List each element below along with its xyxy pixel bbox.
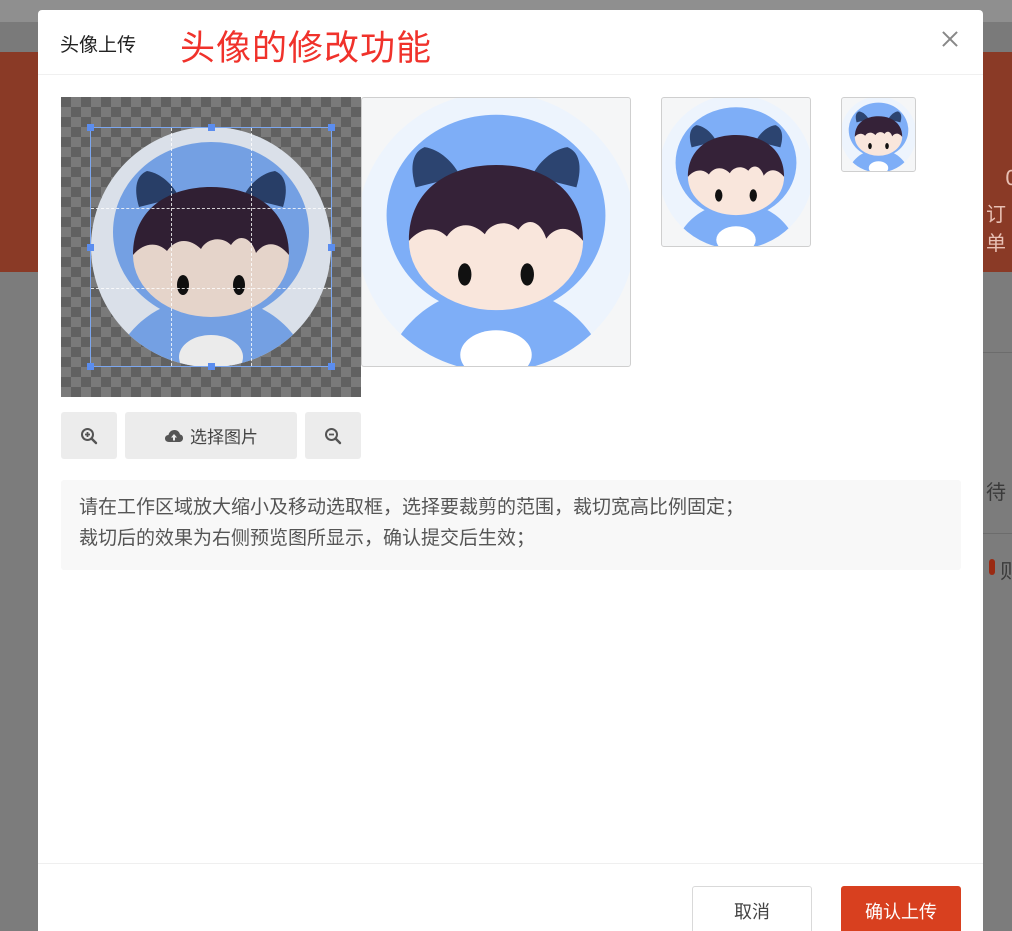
zoom-in-icon [81, 427, 98, 444]
background-text: 0 [1005, 166, 1012, 190]
preview-small [841, 97, 916, 172]
avatar-upload-dialog: 头像上传 头像的修改功能 选择图片 请在工作区域放大缩小及移动选取框，选择要裁剪… [38, 10, 983, 931]
annotation-text: 头像的修改功能 [180, 29, 433, 69]
crop-handle-n[interactable] [208, 124, 215, 131]
close-button[interactable] [939, 28, 961, 50]
background-badge [989, 559, 995, 575]
avatar-preview-image [362, 98, 630, 366]
crop-guide-line [91, 288, 331, 289]
instruction-line: 请在工作区域放大缩小及移动选取框，选择要裁剪的范围，裁切宽高比例固定； [79, 496, 745, 518]
dialog-header: 头像上传 头像的修改功能 [38, 10, 983, 75]
instruction-line: 裁切后的效果为右侧预览图所显示，确认提交后生效； [79, 527, 536, 549]
zoom-out-icon [325, 427, 342, 444]
zoom-out-button[interactable] [305, 412, 361, 459]
crop-handle-nw[interactable] [87, 124, 94, 131]
background-text: 订单 [986, 202, 1006, 255]
crop-handle-ne[interactable] [328, 124, 335, 131]
crop-handle-w[interactable] [87, 244, 94, 251]
preview-large [361, 97, 631, 367]
crop-handle-e[interactable] [328, 244, 335, 251]
crop-handle-sw[interactable] [87, 363, 94, 370]
select-image-label: 选择图片 [190, 428, 258, 448]
crop-selection-box[interactable] [87, 124, 335, 370]
background-divider [983, 533, 1012, 534]
avatar-preview-image [662, 98, 810, 246]
crop-workspace[interactable] [61, 97, 361, 397]
background-text: 则 [1000, 559, 1012, 583]
confirm-upload-button[interactable]: 确认上传 [841, 886, 961, 931]
preview-medium [661, 97, 811, 247]
dialog-footer: 取消 确认上传 [38, 863, 983, 931]
crop-guide-line [251, 128, 252, 366]
zoom-in-button[interactable] [61, 412, 117, 459]
crop-guide-line [91, 208, 331, 209]
avatar-preview-image [842, 98, 915, 171]
crop-handle-se[interactable] [328, 363, 335, 370]
dialog-title: 头像上传 [60, 34, 137, 56]
background-divider [983, 352, 1012, 353]
crop-guide-line [171, 128, 172, 366]
instruction-panel: 请在工作区域放大缩小及移动选取框，选择要裁剪的范围，裁切宽高比例固定； 裁切后的… [61, 480, 961, 570]
cloud-upload-icon [165, 429, 183, 442]
background-text: 待 [986, 480, 1006, 504]
select-image-button[interactable]: 选择图片 [125, 412, 297, 459]
crop-handle-s[interactable] [208, 363, 215, 370]
cancel-button[interactable]: 取消 [692, 886, 812, 931]
